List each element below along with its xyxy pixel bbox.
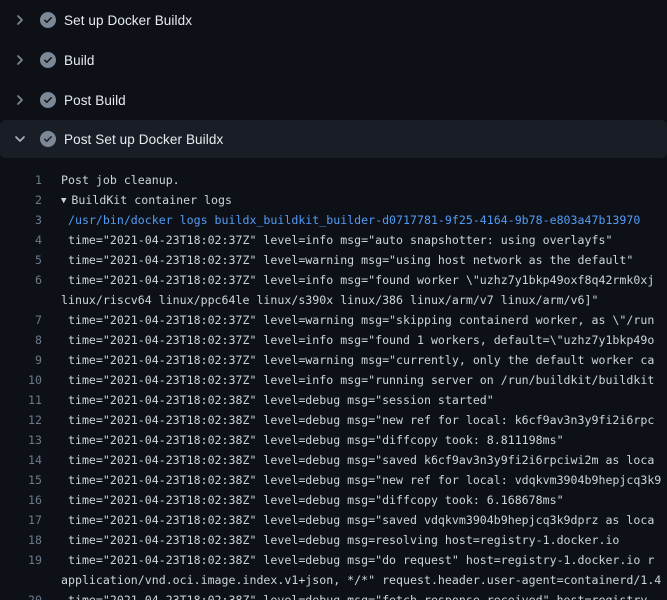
log-line: 11 time="2021-04-23T18:02:38Z" level=deb… — [0, 390, 667, 410]
line-number[interactable]: 4 — [0, 230, 42, 250]
log-line: 10 time="2021-04-23T18:02:37Z" level=inf… — [0, 370, 667, 390]
group-collapse-triangle-icon[interactable]: ▼ — [61, 191, 66, 210]
line-number[interactable] — [0, 290, 42, 310]
steps-list: Set up Docker Buildx Build Post Build Po… — [0, 0, 667, 158]
chevron-right-icon — [12, 92, 28, 108]
line-text: linux/riscv64 linux/ppc64le linux/s390x … — [61, 290, 598, 310]
line-number[interactable]: 9 — [0, 350, 42, 370]
line-number[interactable]: 13 — [0, 430, 42, 450]
group-title: BuildKit container logs — [71, 193, 232, 207]
log-line: 4 time="2021-04-23T18:02:37Z" level=info… — [0, 230, 667, 250]
line-number[interactable] — [0, 570, 42, 590]
line-text: Post job cleanup. — [61, 170, 180, 190]
log-line: 5 time="2021-04-23T18:02:37Z" level=warn… — [0, 250, 667, 270]
line-text: application/vnd.oci.image.index.v1+json,… — [61, 570, 661, 590]
line-number[interactable]: 5 — [0, 250, 42, 270]
line-text: time="2021-04-23T18:02:37Z" level=info m… — [61, 330, 654, 350]
log-line: 13 time="2021-04-23T18:02:38Z" level=deb… — [0, 430, 667, 450]
line-text: time="2021-04-23T18:02:37Z" level=info m… — [61, 270, 654, 290]
line-number[interactable]: 19 — [0, 550, 42, 570]
line-text: time="2021-04-23T18:02:38Z" level=debug … — [61, 450, 654, 470]
line-number[interactable]: 8 — [0, 330, 42, 350]
log-line: 16 time="2021-04-23T18:02:38Z" level=deb… — [0, 490, 667, 510]
chevron-right-icon — [12, 52, 28, 68]
log-line: 1 Post job cleanup. — [0, 170, 667, 190]
workflow-job-log-panel: Set up Docker Buildx Build Post Build Po… — [0, 0, 667, 600]
line-text: time="2021-04-23T18:02:37Z" level=info m… — [61, 230, 612, 250]
log-line: 19 time="2021-04-23T18:02:38Z" level=deb… — [0, 550, 667, 570]
line-text: time="2021-04-23T18:02:37Z" level=warnin… — [61, 250, 633, 270]
line-number[interactable]: 6 — [0, 270, 42, 290]
log-line: 20 time="2021-04-23T18:02:38Z" level=deb… — [0, 590, 667, 600]
log-line: 15 time="2021-04-23T18:02:38Z" level=deb… — [0, 470, 667, 490]
line-number[interactable]: 11 — [0, 390, 42, 410]
line-number[interactable]: 1 — [0, 170, 42, 190]
step-row-set-up-docker-buildx[interactable]: Set up Docker Buildx — [0, 0, 667, 40]
line-number[interactable]: 12 — [0, 410, 42, 430]
check-circle-icon — [40, 92, 56, 108]
log-line: application/vnd.oci.image.index.v1+json,… — [0, 570, 667, 590]
log-line: 2 ▼ BuildKit container logs — [0, 190, 667, 210]
line-number[interactable]: 7 — [0, 310, 42, 330]
log-line: 8 time="2021-04-23T18:02:37Z" level=info… — [0, 330, 667, 350]
step-label: Post Set up Docker Buildx — [64, 132, 223, 147]
log-line: 12 time="2021-04-23T18:02:38Z" level=deb… — [0, 410, 667, 430]
check-circle-icon — [40, 52, 56, 68]
log-line: 17 time="2021-04-23T18:02:38Z" level=deb… — [0, 510, 667, 530]
chevron-right-icon — [12, 12, 28, 28]
log-line: 9 time="2021-04-23T18:02:37Z" level=warn… — [0, 350, 667, 370]
line-number[interactable]: 16 — [0, 490, 42, 510]
line-number[interactable]: 18 — [0, 530, 42, 550]
line-text: time="2021-04-23T18:02:38Z" level=debug … — [61, 530, 619, 550]
log-line: 14 time="2021-04-23T18:02:38Z" level=deb… — [0, 450, 667, 470]
step-label: Build — [64, 53, 95, 68]
step-row-post-build[interactable]: Post Build — [0, 80, 667, 120]
line-text: /usr/bin/docker logs buildx_buildkit_bui… — [61, 210, 640, 230]
line-number[interactable]: 2 — [0, 190, 42, 210]
chevron-down-icon — [12, 131, 28, 147]
line-text: time="2021-04-23T18:02:37Z" level=warnin… — [61, 310, 654, 330]
line-number[interactable]: 17 — [0, 510, 42, 530]
check-circle-icon — [40, 131, 56, 147]
line-text: time="2021-04-23T18:02:38Z" level=debug … — [61, 430, 564, 450]
line-number[interactable]: 10 — [0, 370, 42, 390]
log-line: 18 time="2021-04-23T18:02:38Z" level=deb… — [0, 530, 667, 550]
step-row-build[interactable]: Build — [0, 40, 667, 80]
line-text: time="2021-04-23T18:02:38Z" level=debug … — [61, 410, 654, 430]
line-text: time="2021-04-23T18:02:38Z" level=debug … — [61, 470, 661, 490]
step-row-post-set-up-docker-buildx[interactable]: Post Set up Docker Buildx — [0, 120, 667, 158]
line-text: time="2021-04-23T18:02:38Z" level=debug … — [61, 490, 564, 510]
line-text: time="2021-04-23T18:02:38Z" level=debug … — [61, 590, 654, 600]
line-text: time="2021-04-23T18:02:37Z" level=warnin… — [61, 350, 654, 370]
step-label: Set up Docker Buildx — [64, 13, 192, 28]
line-text: time="2021-04-23T18:02:38Z" level=debug … — [61, 390, 494, 410]
line-number[interactable]: 15 — [0, 470, 42, 490]
check-circle-icon — [40, 12, 56, 28]
step-label: Post Build — [64, 93, 126, 108]
log-line: 3 /usr/bin/docker logs buildx_buildkit_b… — [0, 210, 667, 230]
log-line: 7 time="2021-04-23T18:02:37Z" level=warn… — [0, 310, 667, 330]
line-number[interactable]: 14 — [0, 450, 42, 470]
log-viewer: 1 Post job cleanup. 2 ▼ BuildKit containe… — [0, 158, 667, 600]
line-number[interactable]: 3 — [0, 210, 42, 230]
log-line: 6 time="2021-04-23T18:02:37Z" level=info… — [0, 270, 667, 290]
line-text: ▼ BuildKit container logs — [61, 190, 232, 210]
line-text: time="2021-04-23T18:02:38Z" level=debug … — [61, 550, 654, 570]
log-line: linux/riscv64 linux/ppc64le linux/s390x … — [0, 290, 667, 310]
line-text: time="2021-04-23T18:02:37Z" level=info m… — [61, 370, 654, 390]
line-number[interactable]: 20 — [0, 590, 42, 600]
line-text: time="2021-04-23T18:02:38Z" level=debug … — [61, 510, 654, 530]
